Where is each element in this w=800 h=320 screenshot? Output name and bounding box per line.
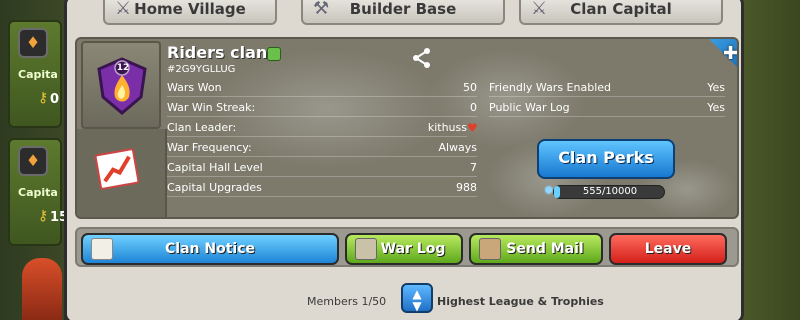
clan-xp-text: 555/10000 (582, 186, 638, 197)
stat-value: Yes (707, 81, 725, 94)
clan-tag: #2G9YGLLUG (167, 64, 236, 75)
stat-row-capital-hall: Capital Hall Level 7 (167, 159, 477, 177)
background-clan-list: ♦ Capita ⚷ 0 ♦ Capita ⚷ 15 (0, 0, 68, 320)
tab-home-village[interactable]: ⚔ Home Village (103, 0, 277, 25)
stat-label: War Frequency: (167, 141, 252, 154)
key-icon: ⚷ (38, 208, 49, 224)
league-shield-icon (267, 47, 281, 61)
clan-perks-button[interactable]: Clan Perks (537, 139, 675, 179)
clan-badge-icon: ♦ (18, 146, 48, 176)
clan-details: ✚ 12 Riders clan #2G9YGLLUG Wars Won 50 … (75, 37, 739, 219)
clan-list-card[interactable]: ♦ Capita ⚷ 0 (8, 20, 62, 128)
stat-label: Capital Upgrades (167, 181, 262, 194)
leave-clan-button[interactable]: Leave (609, 233, 727, 265)
war-log-button[interactable]: War Log (345, 233, 463, 265)
stat-row-capital-upgrades: Capital Upgrades 988 (167, 179, 477, 197)
mail-icon (479, 238, 501, 260)
clan-badge-frame: 12 (81, 41, 161, 129)
tab-label: Clan Capital (570, 0, 672, 18)
clan-xp-bar: 555/10000 (553, 185, 665, 199)
sort-label: Highest League & Trophies (437, 295, 604, 308)
stat-label: War Win Streak: (167, 101, 256, 114)
stat-label: Friendly Wars Enabled (489, 81, 612, 94)
stat-value: 7 (470, 161, 477, 174)
stat-label: Capital Hall Level (167, 161, 263, 174)
card-caption: Capita (18, 68, 58, 81)
stat-row-friendly-wars: Friendly Wars Enabled Yes (489, 79, 725, 97)
perks-chart-frame (77, 129, 167, 217)
stat-value[interactable]: kithuss (428, 121, 467, 134)
axe-icon: ⚒ (313, 0, 330, 19)
share-icon[interactable] (411, 47, 433, 69)
tab-label: Home Village (134, 0, 246, 18)
send-mail-button[interactable]: Send Mail (469, 233, 603, 265)
action-button-row: Clan Notice War Log Send Mail Leave (75, 227, 739, 267)
tab-clan-capital[interactable]: ⚔ Clan Capital (519, 0, 723, 25)
notice-board-icon (91, 238, 113, 260)
clan-name: Riders clan (167, 43, 268, 62)
clan-level: 12 (116, 63, 130, 73)
clan-list-card[interactable]: ♦ Capita ⚷ 15 (8, 138, 68, 246)
tab-builder-base[interactable]: ⚒ Builder Base (301, 0, 505, 25)
stat-label: Wars Won (167, 81, 222, 94)
sword-icon: ⚔ (115, 0, 132, 19)
sort-toggle-button[interactable]: ▲ ▼ (401, 283, 433, 313)
stat-row-clan-leader: Clan Leader: kithuss (167, 119, 467, 137)
stat-value: Always (438, 141, 477, 154)
clan-notice-button[interactable]: Clan Notice (81, 233, 339, 265)
key-icon: ⚷ (38, 90, 49, 106)
plus-icon[interactable]: ✚ (723, 43, 737, 64)
members-count: Members 1/50 (307, 295, 387, 308)
stat-row-wars-won: Wars Won 50 (167, 79, 477, 97)
stat-value: 988 (456, 181, 477, 194)
crossed-swords-icon (355, 238, 377, 260)
stat-row-war-streak: War Win Streak: 0 (167, 99, 477, 117)
button-label: Send Mail (506, 241, 584, 257)
stat-row-public-war-log: Public War Log Yes (489, 99, 725, 117)
sort-down-icon: ▼ (412, 299, 422, 313)
stat-label: Public War Log (489, 101, 570, 114)
barbarian-portrait (22, 258, 62, 320)
sword-icon: ⚔ (531, 0, 548, 19)
village-tabs: ⚔ Home Village ⚒ Builder Base ⚔ Clan Cap… (67, 0, 747, 25)
game-screen: ♦ Capita ⚷ 0 ♦ Capita ⚷ 15 67 0 ⚔ Home V… (0, 0, 800, 320)
button-label: Clan Notice (165, 241, 255, 257)
stat-value: Yes (707, 101, 725, 114)
stat-label: Clan Leader: (167, 121, 237, 134)
clan-badge-icon: ♦ (18, 28, 48, 58)
card-count: 0 (50, 92, 60, 107)
card-caption: Capita (18, 186, 58, 199)
tab-label: Builder Base (349, 0, 457, 18)
stat-value: 50 (463, 81, 477, 94)
heart-icon: ♥ (467, 121, 478, 135)
stat-row-war-frequency: War Frequency: Always (167, 139, 477, 157)
clan-info-panel: ⚔ Home Village ⚒ Builder Base ⚔ Clan Cap… (64, 0, 744, 320)
chart-trend-icon (94, 147, 140, 191)
stat-value: 0 (470, 101, 477, 114)
